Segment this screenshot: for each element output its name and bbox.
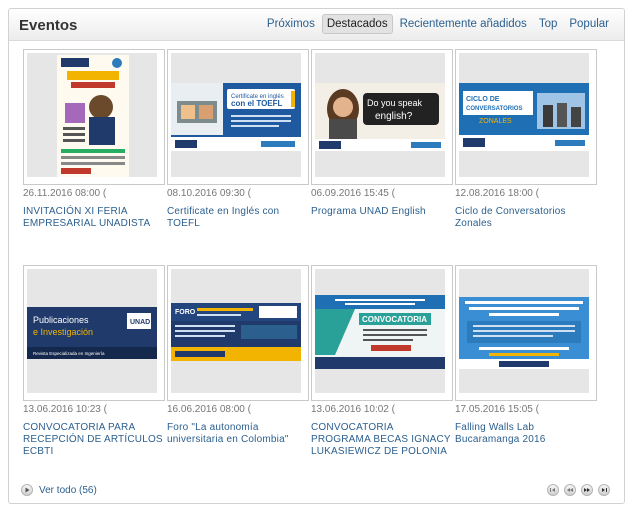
event-card: CONVOCATORIA 13.06.2016 10:02 ( CONVOCAT…	[311, 265, 453, 458]
event-card: Certificate en inglés con el TOEFL 08.10…	[167, 49, 309, 230]
event-thumbnail[interactable]	[455, 265, 597, 401]
play-icon	[21, 484, 33, 496]
last-page-icon[interactable]	[598, 484, 610, 496]
tab-popular[interactable]: Popular	[564, 14, 614, 34]
events-panel: Eventos Próximos Destacados Recientement…	[8, 8, 625, 504]
svg-text:e Investigación: e Investigación	[33, 327, 93, 337]
event-card: 26.11.2016 08:00 ( INVITACIÓN XI FERIA E…	[23, 49, 165, 230]
poster-image: CICLO DE CONVERSATORIOS ZONALES	[459, 83, 589, 151]
svg-text:con el TOEFL: con el TOEFL	[231, 99, 283, 108]
event-title-link[interactable]: INVITACIÓN XI FERIA EMPRESARIAL UNADISTA	[23, 206, 163, 230]
see-all-link[interactable]: Ver todo (56)	[21, 484, 97, 496]
svg-text:CICLO DE: CICLO DE	[466, 96, 500, 103]
svg-text:UNAD: UNAD	[130, 319, 150, 326]
event-card: Publicaciones e Investigación UNAD Revis…	[23, 265, 165, 458]
event-card: 17.05.2016 15:05 ( Falling Walls Lab Buc…	[455, 265, 597, 446]
panel-header: Eventos Próximos Destacados Recientement…	[9, 9, 624, 41]
event-date: 26.11.2016 08:00 (	[23, 188, 107, 199]
svg-text:english?: english?	[375, 111, 413, 122]
next-page-icon[interactable]	[581, 484, 593, 496]
event-thumbnail[interactable]	[23, 49, 165, 185]
tab-featured[interactable]: Destacados	[321, 14, 393, 34]
svg-text:CONVERSATORIOS: CONVERSATORIOS	[466, 106, 522, 112]
event-date: 17.05.2016 15:05 (	[455, 404, 539, 415]
event-title-link[interactable]: Programa UNAD English	[311, 206, 451, 218]
event-thumbnail[interactable]: CICLO DE CONVERSATORIOS ZONALES	[455, 49, 597, 185]
event-card: CICLO DE CONVERSATORIOS ZONALES 12.08.20…	[455, 49, 597, 230]
event-title-link[interactable]: CONVOCATORIA PROGRAMA BECAS IGNACY LUKAS…	[311, 422, 451, 458]
tab-recently-added[interactable]: Recientemente añadidos	[395, 14, 532, 34]
event-date: 06.09.2016 15:45 (	[311, 188, 395, 199]
poster-image: Publicaciones e Investigación UNAD Revis…	[27, 307, 157, 359]
poster-image: FORO	[171, 303, 301, 361]
svg-text:ZONALES: ZONALES	[479, 118, 512, 125]
event-thumbnail[interactable]: Certificate en inglés con el TOEFL	[167, 49, 309, 185]
tab-bar: Próximos Destacados Recientemente añadid…	[262, 14, 614, 34]
event-thumbnail[interactable]: CONVOCATORIA	[311, 265, 453, 401]
poster-image: Do you speak english?	[315, 83, 445, 151]
panel-footer: Ver todo (56)	[9, 481, 624, 503]
event-thumbnail[interactable]: Do you speak english?	[311, 49, 453, 185]
svg-text:Publicaciones: Publicaciones	[33, 315, 89, 325]
event-date: 16.06.2016 08:00 (	[167, 404, 251, 415]
event-thumbnail[interactable]: FORO	[167, 265, 309, 401]
prev-page-icon[interactable]	[564, 484, 576, 496]
event-title-link[interactable]: CONVOCATORIA PARA RECEPCIÓN DE ARTÍCULOS…	[23, 422, 163, 458]
pagination	[547, 484, 610, 496]
svg-text:Revista Especializada en Ingen: Revista Especializada en Ingeniería	[33, 351, 105, 356]
event-title-link[interactable]: Foro "La autonomía universitaria en Colo…	[167, 422, 307, 446]
event-date: 13.06.2016 10:23 (	[23, 404, 107, 415]
svg-text:Do you speak: Do you speak	[367, 98, 423, 108]
event-date: 08.10.2016 09:30 (	[167, 188, 251, 199]
see-all-label: Ver todo (56)	[39, 484, 97, 496]
panel-title: Eventos	[19, 17, 78, 34]
event-title-link[interactable]: Falling Walls Lab Bucaramanga 2016	[455, 422, 595, 446]
poster-image	[459, 297, 589, 369]
event-date: 13.06.2016 10:02 (	[311, 404, 395, 415]
poster-image: Certificate en inglés con el TOEFL	[171, 83, 301, 151]
event-date: 12.08.2016 18:00 (	[455, 188, 539, 199]
event-card: FORO 16.06.2016 08:00 (Foro "La autonom…	[167, 265, 309, 446]
event-card: Do you speak english? 06.09.2016 15:45 (…	[311, 49, 453, 218]
event-title-link[interactable]: Ciclo de Conversatorios Zonales	[455, 206, 595, 230]
first-page-icon[interactable]	[547, 484, 559, 496]
event-thumbnail[interactable]: Publicaciones e Investigación UNAD Revis…	[23, 265, 165, 401]
event-title-link[interactable]: Certificate en Inglés con TOEFL	[167, 206, 307, 230]
poster-image	[57, 55, 129, 177]
svg-text:FORO: FORO	[175, 309, 196, 316]
tab-upcoming[interactable]: Próximos	[262, 14, 320, 34]
poster-image: CONVOCATORIA	[315, 295, 445, 369]
tab-top[interactable]: Top	[534, 14, 563, 34]
svg-text:CONVOCATORIA: CONVOCATORIA	[362, 315, 427, 324]
